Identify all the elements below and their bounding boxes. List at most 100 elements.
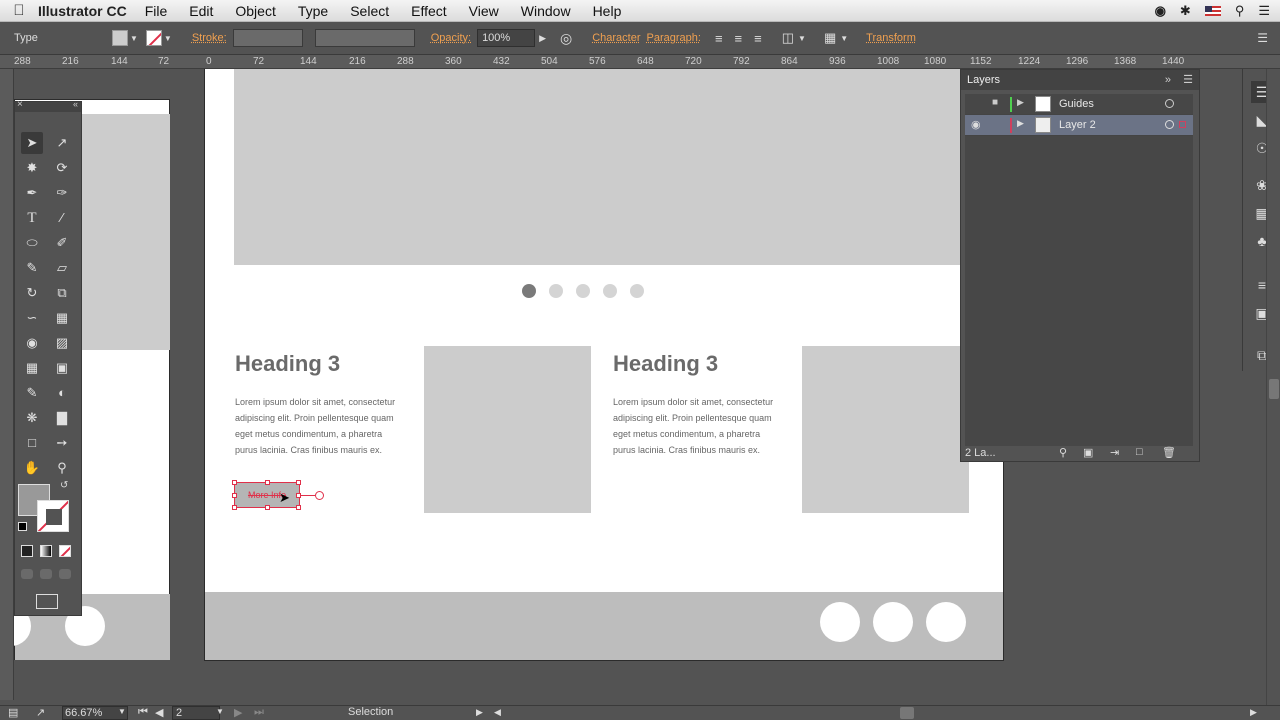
menu-file[interactable]: File: [145, 3, 168, 19]
menu-type[interactable]: Type: [298, 3, 328, 19]
more-info-button[interactable]: More Info ➤: [232, 480, 324, 510]
carousel-dot[interactable]: [549, 284, 563, 298]
shape-builder-tool-icon[interactable]: ◉: [21, 332, 43, 354]
layers-menu-icon[interactable]: ☰: [1183, 70, 1193, 90]
close-icon[interactable]: ×: [17, 99, 23, 110]
selection-tool-icon[interactable]: ➤: [21, 132, 43, 154]
stroke-label[interactable]: Stroke:: [192, 32, 227, 44]
horizontal-scroll-thumb[interactable]: [900, 707, 914, 719]
pencil-tool-icon[interactable]: ✎: [21, 257, 43, 279]
new-sublayer-icon[interactable]: ⇥: [1110, 446, 1119, 459]
new-layer-icon[interactable]: □: [1136, 446, 1143, 458]
align-left-icon[interactable]: ≡: [715, 31, 723, 46]
line-tool-icon[interactable]: ∕: [51, 207, 73, 229]
warp-dropdown-icon[interactable]: ▼: [798, 34, 806, 43]
warp-tool-icon[interactable]: ∽: [21, 307, 43, 329]
selection-handle[interactable]: [232, 505, 237, 510]
tools-panel-header[interactable]: × «: [15, 99, 81, 112]
collapse-panel-icon[interactable]: »: [1165, 70, 1171, 90]
opacity-arrow-icon[interactable]: ▶: [539, 33, 546, 44]
eraser-tool-icon[interactable]: ▱: [51, 257, 73, 279]
free-transform-tool-icon[interactable]: ▦: [51, 307, 73, 329]
lock-icon[interactable]: ■: [992, 97, 998, 108]
rotate-tool-icon[interactable]: ↻: [21, 282, 43, 304]
hand-tool-icon[interactable]: ✋: [21, 457, 43, 479]
magic-wand-tool-icon[interactable]: ✸: [21, 157, 43, 179]
trash-icon[interactable]: 🗑: [1162, 446, 1176, 459]
carousel-dot[interactable]: [603, 284, 617, 298]
fill-dropdown-icon[interactable]: ▼: [130, 34, 138, 43]
scroll-left-icon[interactable]: ◀: [494, 707, 501, 718]
mesh-tool-icon[interactable]: ▦: [21, 357, 43, 379]
carousel-dot-active[interactable]: [522, 284, 536, 298]
pen-tool-icon[interactable]: ✒: [21, 182, 43, 204]
zoom-tool-icon[interactable]: ⚲: [51, 457, 73, 479]
artboard-number-field[interactable]: 2: [172, 706, 220, 720]
none-mode-icon[interactable]: [59, 545, 71, 557]
selection-handle[interactable]: [232, 480, 237, 485]
screen-mode-icon[interactable]: [36, 594, 58, 609]
last-artboard-icon[interactable]: ⏭: [254, 706, 264, 719]
selection-handle[interactable]: [296, 505, 301, 510]
stroke-color-swatch[interactable]: [37, 500, 69, 532]
align-center-icon[interactable]: ≡: [735, 31, 743, 46]
carousel-dot[interactable]: [576, 284, 590, 298]
type-tool-icon[interactable]: T: [21, 207, 43, 229]
gradient-mode-icon[interactable]: [40, 545, 52, 557]
color-mode-icon[interactable]: [21, 545, 33, 557]
app-name-menu[interactable]: Illustrator CC: [38, 3, 127, 19]
scroll-right-icon[interactable]: ▶: [1250, 707, 1257, 718]
menu-select[interactable]: Select: [350, 3, 389, 19]
previous-artboard-icon[interactable]: ◀: [155, 706, 163, 719]
artboard-main[interactable]: Heading 3 Lorem ipsum dolor sit amet, co…: [204, 69, 1004, 661]
variable-width-profile[interactable]: [314, 29, 415, 47]
locate-object-icon[interactable]: ⚲: [1059, 446, 1067, 459]
target-circle-icon[interactable]: [1165, 120, 1174, 129]
visibility-eye-icon[interactable]: ◉: [971, 118, 981, 131]
first-artboard-icon[interactable]: ⏮: [138, 706, 148, 719]
perspective-grid-tool-icon[interactable]: ▨: [51, 332, 73, 354]
carousel-dot[interactable]: [630, 284, 644, 298]
layer-name[interactable]: Guides: [1059, 98, 1094, 110]
paintbrush-tool-icon[interactable]: ✐: [51, 232, 73, 254]
bluetooth-icon[interactable]: ✱: [1180, 3, 1191, 19]
default-colors-icon[interactable]: [18, 522, 27, 531]
ellipse-tool-icon[interactable]: ⬭: [21, 232, 43, 254]
share-icon[interactable]: ↗: [36, 706, 45, 719]
clipping-mask-icon[interactable]: ▣: [1083, 446, 1093, 459]
expand-triangle-icon[interactable]: ▶: [1017, 118, 1024, 129]
transform-link[interactable]: Transform: [866, 32, 916, 44]
layer-row-guides[interactable]: ■ ▶ Guides: [965, 94, 1193, 115]
menu-window[interactable]: Window: [521, 3, 571, 19]
lasso-tool-icon[interactable]: ⟳: [51, 157, 73, 179]
expand-triangle-icon[interactable]: ▶: [1017, 97, 1024, 108]
target-circle-icon[interactable]: [1165, 99, 1174, 108]
artboard-dropdown-icon[interactable]: ▼: [216, 707, 224, 716]
status-info-arrow-icon[interactable]: ▶: [476, 707, 483, 718]
selection-indicator[interactable]: [1179, 121, 1186, 128]
stroke-swatch[interactable]: [145, 30, 162, 46]
fill-swatch[interactable]: [112, 30, 128, 46]
curvature-tool-icon[interactable]: ✑: [51, 182, 73, 204]
eyedropper-tool-icon[interactable]: ✎: [21, 382, 43, 404]
opacity-field[interactable]: 100%: [477, 29, 536, 47]
recolor-artwork-icon[interactable]: ◎: [560, 30, 572, 47]
scale-tool-icon[interactable]: ⧉: [51, 282, 73, 304]
envelope-warp-icon[interactable]: ◫: [782, 30, 794, 46]
align-dropdown-icon[interactable]: ▼: [840, 34, 848, 43]
column-graph-tool-icon[interactable]: ▇: [51, 407, 73, 429]
selection-handle[interactable]: [232, 493, 237, 498]
paragraph-link[interactable]: Paragraph:: [647, 32, 701, 44]
opacity-label[interactable]: Opacity:: [431, 32, 471, 44]
scroll-thumb[interactable]: [1269, 379, 1279, 399]
draw-inside-icon[interactable]: [59, 569, 71, 579]
spotlight-search-icon[interactable]: ⚲: [1235, 3, 1245, 19]
direct-selection-tool-icon[interactable]: ↗: [51, 132, 73, 154]
draw-normal-icon[interactable]: [21, 569, 33, 579]
swap-colors-icon[interactable]: ↺: [60, 480, 68, 491]
selection-handle[interactable]: [296, 480, 301, 485]
artboard-tool-icon[interactable]: □: [21, 432, 43, 454]
character-link[interactable]: Character: [592, 32, 640, 44]
align-objects-icon[interactable]: ▦: [824, 30, 836, 46]
menu-effect[interactable]: Effect: [411, 3, 447, 19]
